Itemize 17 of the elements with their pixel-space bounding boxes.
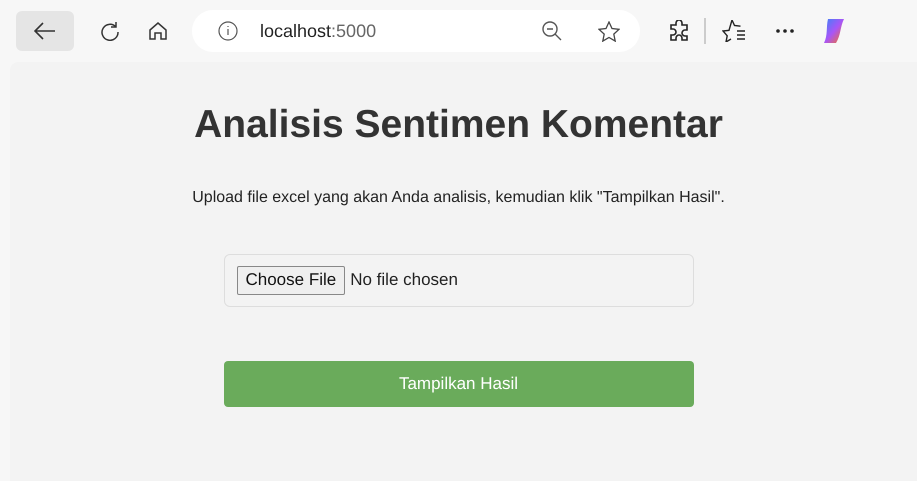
- favorites-icon[interactable]: [722, 20, 746, 42]
- puzzle-icon[interactable]: [668, 20, 690, 42]
- home-icon[interactable]: [148, 21, 168, 41]
- zoom-out-icon[interactable]: [542, 21, 562, 41]
- file-input-field[interactable]: Choose File No file chosen: [224, 254, 694, 306]
- url-text: localhost:5000: [260, 20, 376, 42]
- address-bar[interactable]: localhost:5000: [192, 10, 640, 52]
- back-button[interactable]: [16, 11, 74, 51]
- back-icon: [34, 22, 56, 40]
- page-title: Analisis Sentimen Komentar: [194, 102, 723, 148]
- more-icon[interactable]: [776, 29, 794, 33]
- choose-file-button[interactable]: Choose File: [236, 266, 346, 294]
- refresh-icon[interactable]: [100, 21, 120, 41]
- info-icon[interactable]: [218, 21, 238, 41]
- star-icon[interactable]: [598, 20, 620, 42]
- instruction-text: Upload file excel yang akan Anda analisis, kemudian klik "Tampilkan Hasil".: [192, 188, 725, 208]
- file-status-text: No file chosen: [350, 269, 458, 292]
